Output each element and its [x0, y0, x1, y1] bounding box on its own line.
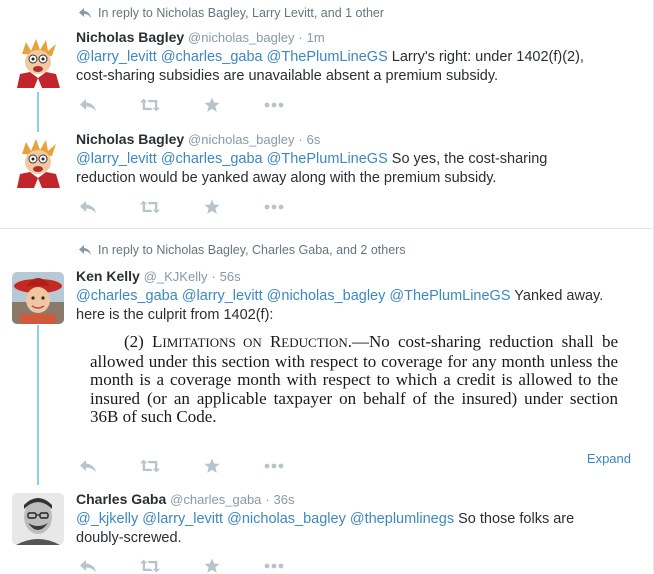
- separator-dot: ·: [265, 492, 270, 507]
- timestamp[interactable]: 1m: [307, 30, 325, 45]
- favorite-icon[interactable]: [202, 97, 222, 113]
- mention-link[interactable]: @ThePlumLineGS: [267, 49, 388, 65]
- reply-context[interactable]: In reply to Nicholas Bagley, Charles Gab…: [78, 243, 406, 257]
- tweet-text: @larry_levitt @charles_gaba @ThePlumLine…: [76, 151, 548, 186]
- tweet-text: @charles_gaba @larry_levitt @nicholas_ba…: [76, 288, 604, 323]
- mention-link[interactable]: @_kjkelly: [76, 511, 138, 527]
- reply-icon[interactable]: [78, 97, 98, 113]
- retweet-icon[interactable]: [140, 97, 160, 113]
- reply-context[interactable]: In reply to Nicholas Bagley, Larry Levit…: [78, 6, 384, 20]
- avatar[interactable]: [12, 272, 64, 324]
- conversation-thread-line: [37, 92, 39, 132]
- reply-icon[interactable]: [78, 458, 98, 474]
- favorite-icon[interactable]: [202, 558, 222, 574]
- more-icon[interactable]: [264, 199, 284, 215]
- tweet-text: @larry_levitt @charles_gaba @ThePlumLine…: [76, 49, 584, 84]
- username[interactable]: @nicholas_bagley: [188, 132, 294, 147]
- username[interactable]: @charles_gaba: [170, 492, 261, 507]
- reply-context-text: In reply to Nicholas Bagley, Larry Levit…: [98, 6, 385, 20]
- separator-dot: ·: [211, 269, 216, 284]
- mention-link[interactable]: @charles_gaba: [161, 151, 263, 167]
- mention-link[interactable]: @nicholas_bagley: [267, 288, 386, 304]
- username[interactable]: @nicholas_bagley: [188, 30, 294, 45]
- reply-icon[interactable]: [78, 558, 98, 574]
- mention-link[interactable]: @larry_levitt: [76, 151, 157, 167]
- more-icon[interactable]: [264, 97, 284, 113]
- avatar[interactable]: [12, 136, 64, 188]
- mention-link[interactable]: @theplumlinegs: [350, 511, 454, 527]
- mention-link[interactable]: @larry_levitt: [142, 511, 223, 527]
- display-name[interactable]: Nicholas Bagley: [76, 29, 184, 45]
- more-icon[interactable]: [264, 458, 284, 474]
- tweet-actions: [78, 558, 326, 574]
- retweet-icon[interactable]: [140, 199, 160, 215]
- tweet-text: @_kjkelly @larry_levitt @nicholas_bagley…: [76, 511, 575, 546]
- favorite-icon[interactable]: [202, 199, 222, 215]
- display-name[interactable]: Ken Kelly: [76, 268, 140, 284]
- retweet-icon[interactable]: [140, 458, 160, 474]
- quoted-statute-image[interactable]: (2) LIMITATIONS ON REDUCTION.—No cost-sh…: [90, 332, 618, 427]
- avatar[interactable]: [12, 493, 64, 545]
- reply-context-text: In reply to Nicholas Bagley, Charles Gab…: [98, 243, 406, 257]
- timestamp[interactable]: 6s: [307, 132, 321, 147]
- separator-dot: ·: [298, 132, 303, 147]
- favorite-icon[interactable]: [202, 458, 222, 474]
- retweet-icon[interactable]: [140, 558, 160, 574]
- mention-link[interactable]: @charles_gaba: [76, 288, 178, 304]
- expand-link[interactable]: Expand: [587, 451, 631, 466]
- username[interactable]: @_KJKelly: [144, 269, 208, 284]
- display-name[interactable]: Charles Gaba: [76, 491, 166, 507]
- mention-link[interactable]: @larry_levitt: [182, 288, 263, 304]
- separator-dot: ·: [298, 30, 303, 45]
- mention-link[interactable]: @charles_gaba: [161, 49, 263, 65]
- display-name[interactable]: Nicholas Bagley: [76, 131, 184, 147]
- tweet-actions: [78, 458, 326, 474]
- timestamp[interactable]: 36s: [274, 492, 295, 507]
- reply-arrow-icon: [79, 8, 91, 18]
- timestamp[interactable]: 56s: [220, 269, 241, 284]
- tweet-actions: [78, 199, 326, 215]
- conversation-thread-line: [37, 325, 39, 485]
- mention-link[interactable]: @ThePlumLineGS: [267, 151, 388, 167]
- tweet-actions: [78, 97, 326, 113]
- mention-link[interactable]: @ThePlumLineGS: [389, 288, 510, 304]
- mention-link[interactable]: @larry_levitt: [76, 49, 157, 65]
- reply-arrow-icon: [79, 245, 91, 255]
- conversation-divider: [0, 228, 653, 229]
- reply-icon[interactable]: [78, 199, 98, 215]
- avatar[interactable]: [12, 36, 64, 88]
- more-icon[interactable]: [264, 558, 284, 574]
- mention-link[interactable]: @nicholas_bagley: [227, 511, 346, 527]
